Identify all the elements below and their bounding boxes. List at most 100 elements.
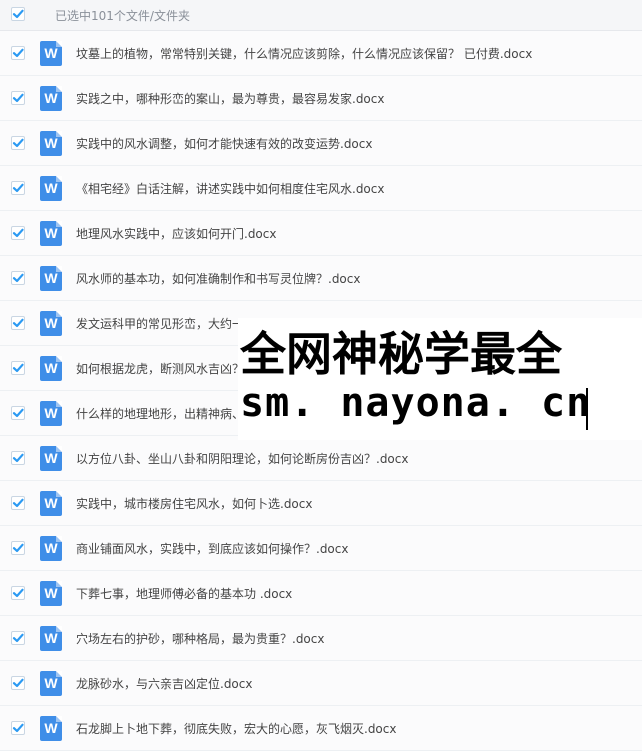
file-row[interactable]: W 龙脉砂水，与六亲吉凶定位.docx <box>0 661 642 706</box>
checkmark-icon <box>12 543 24 553</box>
checkmark-icon <box>12 273 24 283</box>
word-doc-icon: W <box>40 626 62 651</box>
word-letter: W <box>44 675 58 691</box>
checkmark-icon <box>12 678 24 688</box>
checkmark-icon <box>12 723 24 733</box>
file-checkbox[interactable] <box>11 136 25 150</box>
checkmark-icon <box>12 363 24 373</box>
word-doc-icon: W <box>40 671 62 696</box>
file-row[interactable]: W 实践之中，哪种形峦的案山，最为尊贵，最容易发家.docx <box>0 76 642 121</box>
word-doc-icon: W <box>40 131 62 156</box>
word-doc-icon: W <box>40 41 62 66</box>
file-name[interactable]: 石龙脚上卜地下葬，彻底失败，宏大的心愿，灰飞烟灭.docx <box>76 720 396 737</box>
watermark-text: 全网神秘学最全 <box>240 327 562 381</box>
selection-header: 已选中101个文件/文件夹 <box>0 0 642 31</box>
word-letter: W <box>44 495 58 511</box>
word-letter: W <box>44 135 58 151</box>
file-checkbox[interactable] <box>11 316 25 330</box>
watermark-url: sm. nayona. cn <box>240 380 592 426</box>
word-doc-icon: W <box>40 86 62 111</box>
file-checkbox[interactable] <box>11 631 25 645</box>
file-checkbox[interactable] <box>11 586 25 600</box>
file-row[interactable]: W 《相宅经》白话注解，讲述实践中如何相度住宅风水.docx <box>0 166 642 211</box>
file-checkbox[interactable] <box>11 361 25 375</box>
file-name[interactable]: 发文运科甲的常见形峦，大约一 <box>76 315 244 332</box>
word-doc-icon: W <box>40 536 62 561</box>
word-letter: W <box>44 630 58 646</box>
file-checkbox[interactable] <box>11 226 25 240</box>
word-letter: W <box>44 540 58 556</box>
file-name[interactable]: 龙脉砂水，与六亲吉凶定位.docx <box>76 675 252 692</box>
file-name[interactable]: 穴场左右的护砂，哪种格局，最为贵重？.docx <box>76 630 324 647</box>
file-checkbox[interactable] <box>11 496 25 510</box>
word-doc-icon: W <box>40 176 62 201</box>
word-doc-icon: W <box>40 221 62 246</box>
checkmark-icon <box>12 408 24 418</box>
file-row[interactable]: W 商业铺面风水，实践中，到底应该如何操作？.docx <box>0 526 642 571</box>
file-row[interactable]: W 石龙脚上卜地下葬，彻底失败，宏大的心愿，灰飞烟灭.docx <box>0 706 642 751</box>
text-caret <box>586 388 588 430</box>
checkmark-icon <box>12 9 24 19</box>
file-checkbox[interactable] <box>11 676 25 690</box>
file-row[interactable]: W 实践中的风水调整，如何才能快速有效的改变运势.docx <box>0 121 642 166</box>
word-letter: W <box>44 225 58 241</box>
file-row[interactable]: W 下葬七事，地理师傅必备的基本功 .docx <box>0 571 642 616</box>
word-doc-icon: W <box>40 446 62 471</box>
select-all-checkbox[interactable] <box>11 7 25 21</box>
checkmark-icon <box>12 93 24 103</box>
checkmark-icon <box>12 48 24 58</box>
file-row[interactable]: W 风水师的基本功，如何准确制作和书写灵位牌？.docx <box>0 256 642 301</box>
checkmark-icon <box>12 498 24 508</box>
selection-count-label: 已选中101个文件/文件夹 <box>55 9 190 23</box>
checkmark-icon <box>12 228 24 238</box>
checkmark-icon <box>12 138 24 148</box>
checkmark-icon <box>12 633 24 643</box>
file-name[interactable]: 什么样的地理地形，出精神病、 <box>76 405 244 422</box>
file-name[interactable]: 实践中，城市楼房住宅风水，如何卜选.docx <box>76 495 312 512</box>
file-row[interactable]: W 实践中，城市楼房住宅风水，如何卜选.docx <box>0 481 642 526</box>
file-name[interactable]: 以方位八卦、坐山八卦和阴阳理论，如何论断房份吉凶？.docx <box>76 450 408 467</box>
word-letter: W <box>44 270 58 286</box>
file-checkbox[interactable] <box>11 91 25 105</box>
checkmark-icon <box>12 453 24 463</box>
word-doc-icon: W <box>40 356 62 381</box>
word-letter: W <box>44 90 58 106</box>
word-letter: W <box>44 450 58 466</box>
file-checkbox[interactable] <box>11 46 25 60</box>
word-letter: W <box>44 360 58 376</box>
file-name[interactable]: 地理风水实践中，应该如何开门.docx <box>76 225 276 242</box>
file-checkbox[interactable] <box>11 406 25 420</box>
word-doc-icon: W <box>40 266 62 291</box>
word-letter: W <box>44 405 58 421</box>
file-checkbox[interactable] <box>11 541 25 555</box>
file-row[interactable]: W 穴场左右的护砂，哪种格局，最为贵重？.docx <box>0 616 642 661</box>
file-checkbox[interactable] <box>11 451 25 465</box>
word-doc-icon: W <box>40 716 62 741</box>
file-name[interactable]: 坟墓上的植物，常常特别关键，什么情况应该剪除，什么情况应该保留？ 已付费.doc… <box>76 45 532 62</box>
file-name[interactable]: 下葬七事，地理师傅必备的基本功 .docx <box>76 585 292 602</box>
file-row[interactable]: W 以方位八卦、坐山八卦和阴阳理论，如何论断房份吉凶？.docx <box>0 436 642 481</box>
checkmark-icon <box>12 183 24 193</box>
word-letter: W <box>44 180 58 196</box>
file-checkbox[interactable] <box>11 271 25 285</box>
file-name[interactable]: 实践之中，哪种形峦的案山，最为尊贵，最容易发家.docx <box>76 90 384 107</box>
checkmark-icon <box>12 318 24 328</box>
watermark-overlay: 全网神秘学最全 sm. nayona. cn <box>238 318 642 440</box>
file-name[interactable]: 商业铺面风水，实践中，到底应该如何操作？.docx <box>76 540 348 557</box>
word-doc-icon: W <box>40 581 62 606</box>
file-name[interactable]: 实践中的风水调整，如何才能快速有效的改变运势.docx <box>76 135 372 152</box>
word-letter: W <box>44 315 58 331</box>
word-letter: W <box>44 45 58 61</box>
word-doc-icon: W <box>40 491 62 516</box>
file-name[interactable]: 风水师的基本功，如何准确制作和书写灵位牌？.docx <box>76 270 360 287</box>
word-letter: W <box>44 585 58 601</box>
file-row[interactable]: W 坟墓上的植物，常常特别关键，什么情况应该剪除，什么情况应该保留？ 已付费.do… <box>0 31 642 76</box>
file-checkbox[interactable] <box>11 721 25 735</box>
file-checkbox[interactable] <box>11 181 25 195</box>
word-doc-icon: W <box>40 401 62 426</box>
file-name[interactable]: 《相宅经》白话注解，讲述实践中如何相度住宅风水.docx <box>76 180 384 197</box>
checkmark-icon <box>12 588 24 598</box>
file-row[interactable]: W 地理风水实践中，应该如何开门.docx <box>0 211 642 256</box>
file-name[interactable]: 如何根据龙虎，断测风水吉凶？ <box>76 360 244 377</box>
word-letter: W <box>44 720 58 736</box>
